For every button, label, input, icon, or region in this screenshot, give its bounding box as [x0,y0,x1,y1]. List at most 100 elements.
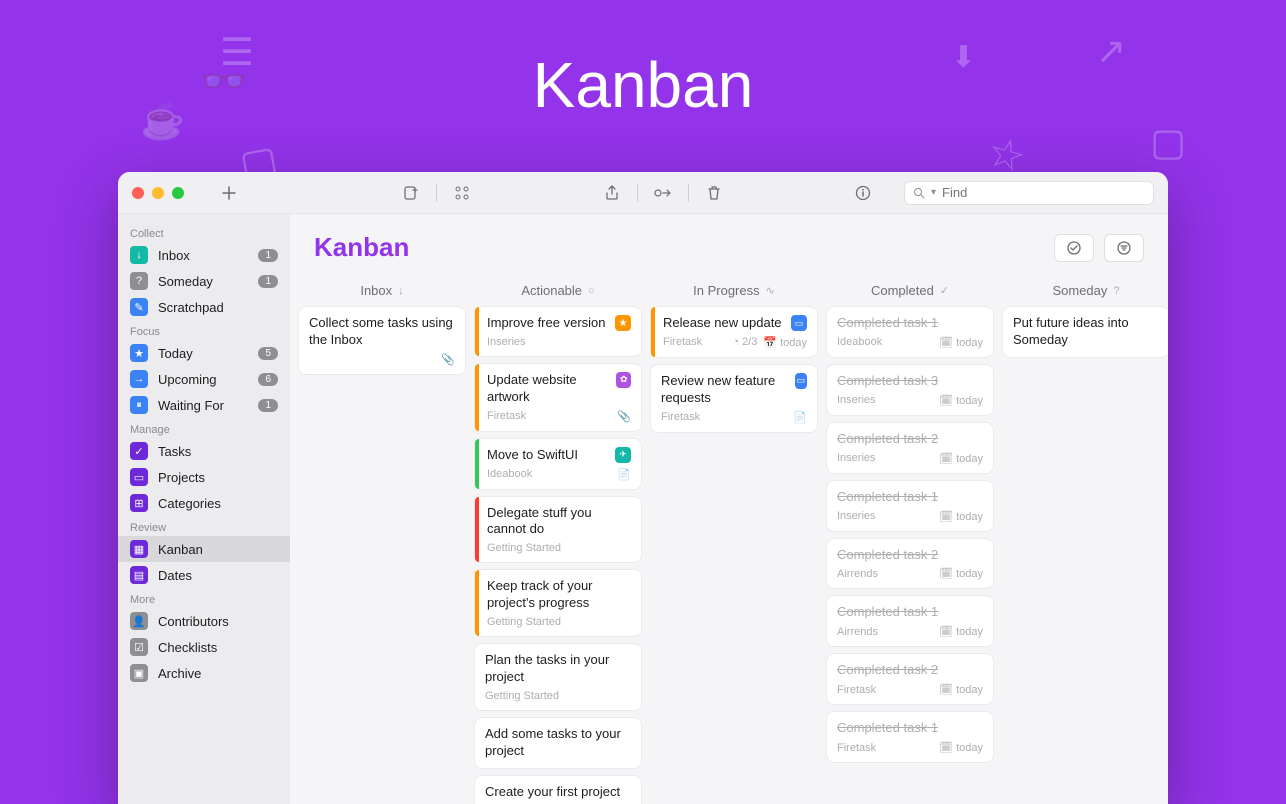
column-header: Actionable○ [474,275,642,306]
view-toggle-button[interactable] [449,180,475,206]
category-badge-icon: ✿ [616,372,631,388]
add-button[interactable] [216,180,242,206]
sidebar-item-label: Today [158,346,248,361]
info-button[interactable] [850,180,876,206]
card-meta: Firetask📄 [661,411,807,424]
minimize-window-button[interactable] [152,187,164,199]
share-button[interactable] [599,180,625,206]
column-body: Improve free version★Inseries Update webs… [474,306,642,804]
sidebar-item-scratchpad[interactable]: ✎Scratchpad [118,294,290,320]
card-title: Release new update [663,315,782,332]
sidebar-item-dates[interactable]: ▤Dates [118,562,290,588]
sidebar-item-kanban[interactable]: ▦Kanban [118,536,290,562]
task-card[interactable]: Plan the tasks in your projectGetting St… [474,643,642,711]
sidebar-item-checklists[interactable]: ☑ Checklists [118,634,290,660]
note-icon: 📄 [793,411,807,424]
column-header: In Progress∿ [650,275,818,306]
task-card[interactable]: Update website artwork✿Firetask📎 [474,363,642,432]
task-card[interactable]: Delegate stuff you cannot do Getting Star… [474,496,642,564]
category-badge-icon: ▭ [791,315,807,331]
card-meta: Firetask🗓 today [837,683,983,696]
sidebar-item-waiting[interactable]: ⏸Waiting For1 [118,392,290,418]
sidebar-item-label: Categories [158,496,278,511]
card-title: Review new feature requests [661,373,789,407]
sidebar-item-categories[interactable]: ⊞Categories [118,490,290,516]
card-project: Getting Started [485,690,559,702]
filter-button[interactable] [1104,234,1144,262]
sidebar-badge: 6 [258,373,278,386]
card-title: Add some tasks to your project [485,726,631,760]
move-button[interactable] [650,180,676,206]
card-meta: Getting Started [485,690,631,702]
sidebar-item-contributors[interactable]: 👤Contributors [118,608,290,634]
checklists-icon: ☑ [130,638,148,656]
task-card[interactable]: Completed task 1Ideabook🗓 today [826,306,994,358]
sidebar-item-label: Dates [158,568,278,583]
search-field[interactable]: ▾ [904,181,1154,205]
delete-button[interactable] [701,180,727,206]
hero-title: Kanban [0,48,1286,122]
sidebar-item-label: Waiting For [158,398,248,413]
sidebar-item-label: Upcoming [158,372,248,387]
sidebar-item-today[interactable]: ★ Today 5 [118,340,290,366]
card-title: Delegate stuff you cannot do [487,505,631,539]
card-project: Airrends [837,568,878,580]
new-task-button[interactable] [398,180,424,206]
sidebar-item-projects[interactable]: ▭Projects [118,464,290,490]
separator [637,184,638,202]
zoom-window-button[interactable] [172,187,184,199]
column-body: Completed task 1Ideabook🗓 today Completed… [826,306,994,804]
sidebar-item-inbox[interactable]: ↓Inbox1 [118,242,290,268]
task-card[interactable]: Move to SwiftUI✈Ideabook📄 [474,438,642,490]
card-meta: Firetask🗓 today [837,741,983,754]
sidebar-item-label: Contributors [158,614,278,629]
task-card[interactable]: Completed task 2 Inseries🗓 today [826,422,994,474]
task-card[interactable]: Add some tasks to your project [474,717,642,769]
card-title: Completed task 3 [837,373,938,390]
separator [688,184,689,202]
card-meta: Inseries [487,336,631,348]
task-card[interactable]: Improve free version★Inseries [474,306,642,357]
column-body: Release new update▭Firetask◔ 2/3📅 todayR… [650,306,818,804]
task-card[interactable]: Completed task 1Inseries🗓 today [826,480,994,532]
close-window-button[interactable] [132,187,144,199]
today-icon: ★ [130,344,148,362]
task-card[interactable]: Collect some tasks using the Inbox📎 [298,306,466,375]
column-completed: Completed✓Completed task 1Ideabook🗓 toda… [826,275,994,804]
column-status-icon: ? [1113,285,1119,297]
card-title: Keep track of your project's progress [487,578,631,612]
sidebar-badge: 5 [258,347,278,360]
column-title: Someday [1052,283,1107,298]
task-card[interactable]: Completed task 2Airrends🗓 today [826,538,994,590]
card-meta: Airrends🗓 today [837,567,983,580]
card-title: Improve free version [487,315,606,332]
column-header: Someday? [1002,275,1168,306]
sidebar-badge: 1 [258,275,278,288]
card-meta: Getting Started [487,542,631,554]
sidebar-group-label: Collect [118,222,290,242]
card-date: 🗓 today [939,510,983,523]
task-card[interactable]: Put future ideas into Someday [1002,306,1168,358]
sidebar-group-label: Focus [118,320,290,340]
task-card[interactable]: Release new update▭Firetask◔ 2/3📅 today [650,306,818,358]
sidebar-item-upcoming[interactable]: →Upcoming6 [118,366,290,392]
task-card[interactable]: Completed task 1Airrends🗓 today [826,595,994,647]
sidebar-item-tasks[interactable]: ✓Tasks [118,438,290,464]
card-date: 🗓 today [939,741,983,754]
task-card[interactable]: Create your first project◔ 2/2 [474,775,642,804]
projects-icon: ▭ [130,468,148,486]
task-card[interactable]: Keep track of your project's progressGet… [474,569,642,637]
sidebar-item-label: Checklists [158,640,278,655]
task-card[interactable]: Review new feature requests▭Firetask📄 [650,364,818,433]
sidebar-item-someday[interactable]: ?Someday1 [118,268,290,294]
task-card[interactable]: Completed task 2Firetask🗓 today [826,653,994,705]
card-title: Completed task 2 [837,431,938,448]
check-view-button[interactable] [1054,234,1094,262]
task-card[interactable]: Completed task 1Firetask🗓 today [826,711,994,763]
task-card[interactable]: Completed task 3Inseries🗓 today [826,364,994,416]
column-status-icon: ↓ [398,285,404,297]
column-status-icon: ∿ [766,284,775,297]
search-input[interactable] [942,185,1145,200]
sidebar-item-archive[interactable]: ▣Archive [118,660,290,686]
card-meta: Inseries🗓 today [837,452,983,465]
